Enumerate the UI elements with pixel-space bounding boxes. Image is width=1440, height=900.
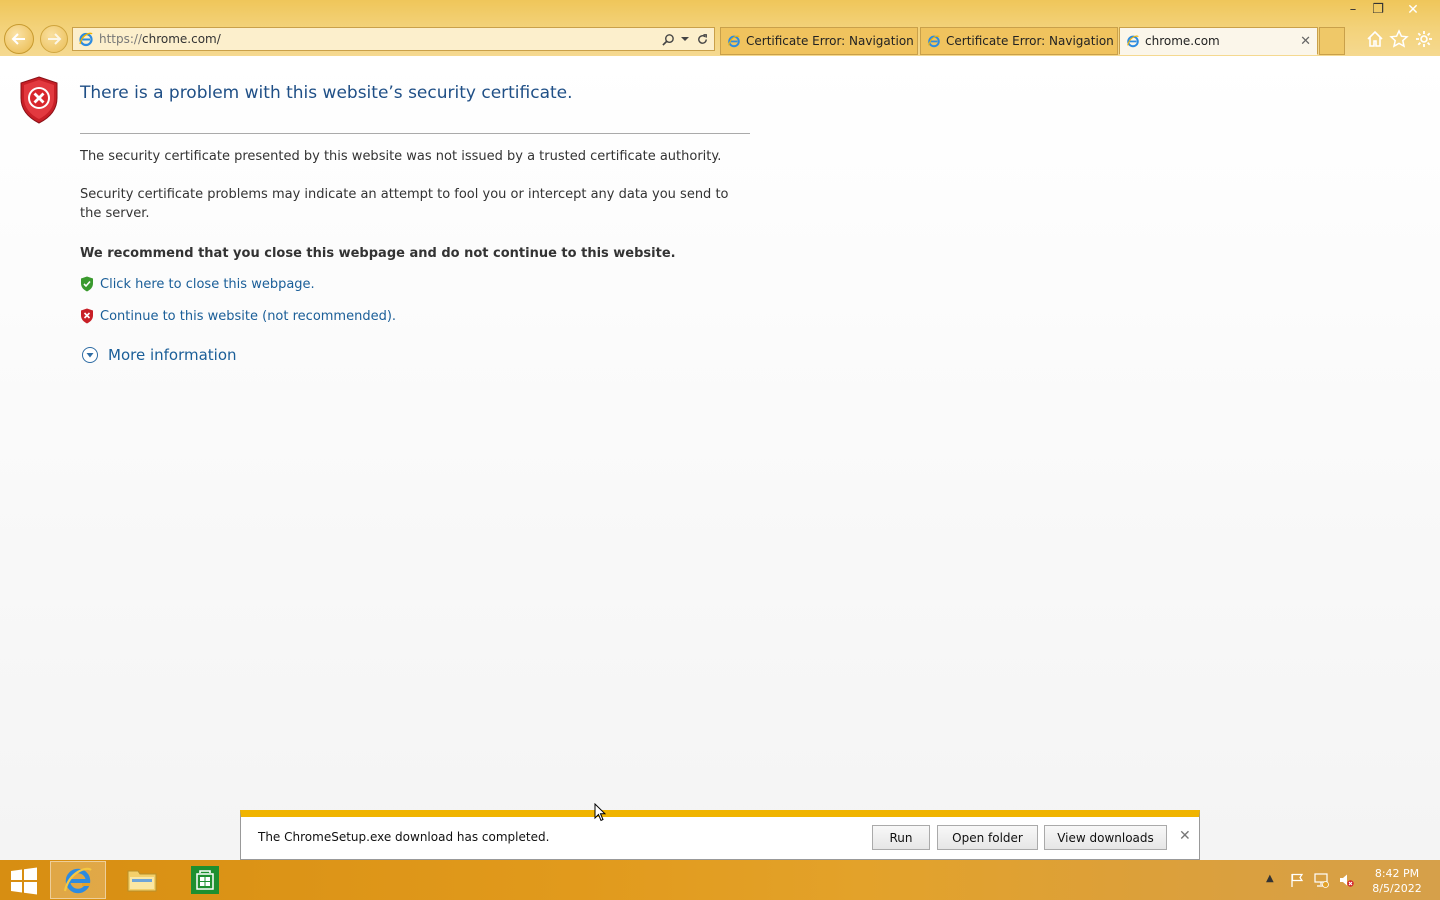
download-notification-bar: The ChromeSetup.exe download has complet… bbox=[240, 810, 1200, 860]
tab-certificate-error-1[interactable]: Certificate Error: Navigation Bl... bbox=[720, 27, 918, 55]
ie-favicon-icon bbox=[728, 35, 740, 48]
close-icon[interactable]: ✕ bbox=[1179, 828, 1191, 844]
ie-favicon-icon bbox=[79, 32, 93, 47]
taskbar-windows-store[interactable] bbox=[177, 861, 233, 899]
address-bar[interactable]: https://chrome.com/ bbox=[72, 27, 715, 51]
error-shield-icon bbox=[20, 76, 58, 124]
taskbar-clock[interactable]: 8:42 PM 8/5/2022 bbox=[1366, 866, 1428, 896]
recommendation-text: We recommend that you close this webpage… bbox=[80, 246, 676, 261]
forward-button[interactable] bbox=[40, 25, 68, 53]
star-icon[interactable] bbox=[1389, 29, 1409, 49]
more-information-toggle[interactable]: More information bbox=[82, 346, 237, 364]
clock-date: 8/5/2022 bbox=[1372, 882, 1422, 895]
error-description: The security certificate presented by th… bbox=[80, 149, 722, 164]
tab-label: Certificate Error: Navigation Bl... bbox=[746, 34, 917, 48]
chevron-down-icon bbox=[82, 347, 98, 363]
view-downloads-button[interactable]: View downloads bbox=[1044, 825, 1167, 850]
red-shield-icon bbox=[81, 308, 93, 324]
gear-icon[interactable] bbox=[1414, 29, 1434, 49]
taskbar: ▲ 8:42 PM 8/5/2022 bbox=[0, 860, 1440, 900]
more-information-label: More information bbox=[108, 346, 237, 364]
tab-label: Certificate Error: Navigation Bl... bbox=[946, 34, 1117, 48]
close-webpage-label: Click here to close this webpage. bbox=[100, 276, 315, 292]
network-icon[interactable] bbox=[1313, 872, 1329, 888]
close-webpage-link[interactable]: Click here to close this webpage. bbox=[80, 276, 315, 292]
arrow-left-icon bbox=[11, 33, 25, 45]
error-warning: Security certificate problems may indica… bbox=[80, 187, 729, 221]
ie-favicon-icon bbox=[1127, 35, 1139, 48]
browser-chrome: – ❐ ✕ https://chrome.com/ Certificate Er… bbox=[0, 0, 1440, 56]
continue-website-link[interactable]: Continue to this website (not recommende… bbox=[80, 308, 396, 324]
action-center-flag-icon[interactable] bbox=[1289, 872, 1305, 888]
home-icon[interactable] bbox=[1365, 29, 1385, 49]
ie-favicon-icon bbox=[928, 35, 940, 48]
restore-button[interactable]: ❐ bbox=[1365, 1, 1391, 19]
close-window-button[interactable]: ✕ bbox=[1400, 1, 1426, 19]
tab-label: chrome.com bbox=[1145, 34, 1220, 48]
close-tab-icon[interactable]: ✕ bbox=[1300, 34, 1311, 49]
green-shield-icon bbox=[81, 276, 93, 292]
download-message: The ChromeSetup.exe download has complet… bbox=[258, 830, 550, 844]
arrow-right-icon bbox=[48, 33, 62, 45]
search-icon[interactable] bbox=[660, 31, 676, 47]
tab-chrome-com[interactable]: chrome.com ✕ bbox=[1119, 27, 1318, 55]
open-folder-button[interactable]: Open folder bbox=[937, 825, 1038, 850]
windows-logo-icon[interactable] bbox=[8, 866, 40, 896]
new-tab-button[interactable] bbox=[1319, 27, 1345, 55]
run-button[interactable]: Run bbox=[872, 825, 930, 850]
folder-icon bbox=[127, 870, 157, 892]
refresh-icon[interactable] bbox=[694, 31, 710, 47]
page-title: There is a problem with this website’s s… bbox=[80, 83, 573, 103]
show-hidden-icons-arrow[interactable]: ▲ bbox=[1266, 873, 1282, 889]
divider bbox=[80, 133, 750, 134]
address-text[interactable]: https://chrome.com/ bbox=[99, 32, 660, 46]
volume-muted-icon[interactable] bbox=[1338, 872, 1354, 888]
internet-explorer-icon bbox=[63, 867, 92, 894]
address-protocol: https:// bbox=[99, 32, 143, 46]
dropdown-arrow-icon[interactable] bbox=[680, 31, 690, 47]
store-icon bbox=[191, 866, 219, 894]
mouse-cursor-icon bbox=[594, 803, 606, 822]
tab-certificate-error-2[interactable]: Certificate Error: Navigation Bl... bbox=[920, 27, 1118, 55]
minimize-button[interactable]: – bbox=[1340, 1, 1366, 19]
taskbar-internet-explorer[interactable] bbox=[50, 861, 106, 899]
clock-time: 8:42 PM bbox=[1374, 867, 1420, 880]
address-host: chrome.com/ bbox=[142, 32, 221, 46]
back-button[interactable] bbox=[4, 24, 34, 54]
page-content: There is a problem with this website’s s… bbox=[0, 56, 1440, 860]
continue-website-label: Continue to this website (not recommende… bbox=[100, 308, 397, 324]
taskbar-file-explorer[interactable] bbox=[114, 861, 170, 899]
